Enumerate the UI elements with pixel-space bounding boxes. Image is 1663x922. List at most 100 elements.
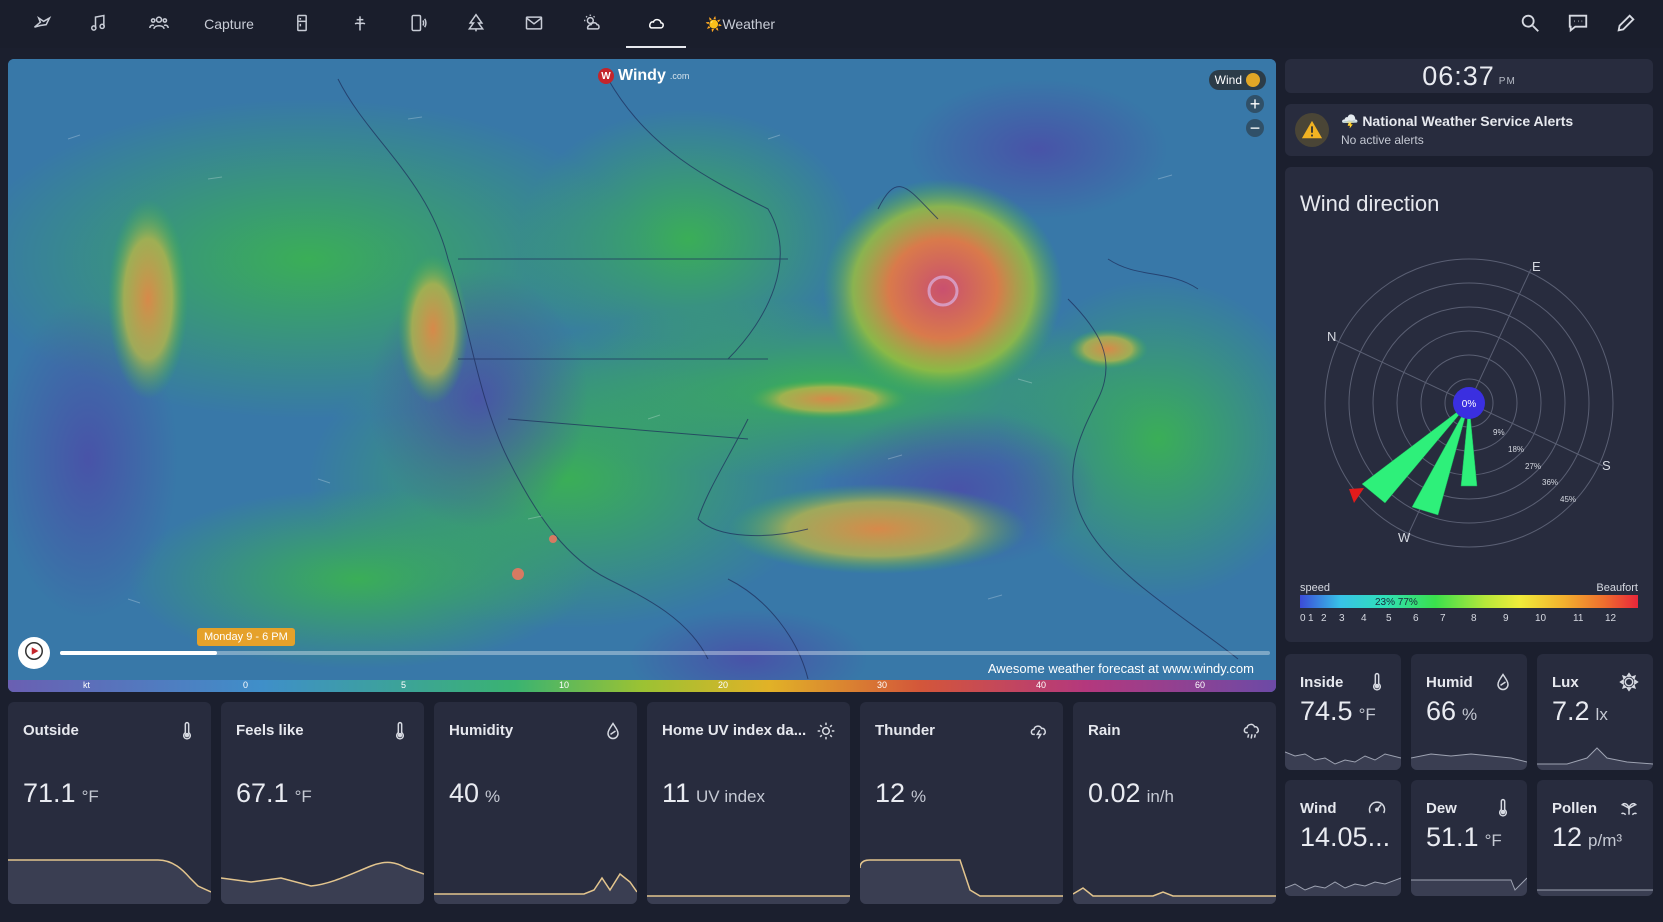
clock: 06:37 PM: [1285, 59, 1653, 93]
cloud-icon: [646, 12, 666, 35]
tab-tablet-sound[interactable]: [398, 0, 438, 48]
sensor-card-wind[interactable]: Wind 14.05...: [1285, 780, 1401, 896]
play-button[interactable]: [18, 637, 50, 669]
tab-fridge[interactable]: [282, 0, 322, 48]
zoom-out-button[interactable]: −: [1246, 119, 1264, 137]
sensor-card-inside[interactable]: Inside 74.5 °F: [1285, 654, 1401, 770]
sensor-card-uv-index[interactable]: Home UV index da... 11 UV index: [647, 702, 850, 904]
sensor-unit: %: [1462, 705, 1478, 724]
map-layer-selector[interactable]: Wind: [1208, 70, 1266, 90]
sensor-value-number: 12: [875, 778, 906, 808]
sensor-value-number: 51.1: [1426, 822, 1479, 852]
warning-icon: [1295, 113, 1329, 147]
ring-label: 9%: [1493, 428, 1505, 437]
sensor-value: 71.1 °F: [23, 778, 99, 809]
map-layer-label: Wind: [1214, 73, 1242, 87]
sensor-label: Home UV index da...: [662, 722, 807, 739]
compass-e: E: [1532, 259, 1541, 274]
beaufort-tick: 9: [1503, 613, 1509, 624]
sensor-value: 66%: [1426, 696, 1477, 727]
sensor-unit: °F: [1358, 705, 1376, 724]
beaufort-tick: 1: [1308, 613, 1314, 624]
beaufort-tick: 3: [1339, 613, 1345, 624]
clock-time: 06:37: [1422, 60, 1495, 91]
scale-tick: 30: [877, 680, 888, 690]
sensor-sparkline: [221, 861, 424, 904]
beaufort-tick: 10: [1535, 613, 1547, 624]
tab-music[interactable]: [78, 0, 118, 48]
ring-label: 27%: [1525, 462, 1541, 471]
tablet-sound-icon: [408, 13, 428, 36]
timeline-timestamp: Monday 9 - 6 PM: [197, 628, 295, 646]
sensor-card-humidity[interactable]: Humidity 40%: [434, 702, 637, 904]
gauge-icon: [1367, 798, 1387, 818]
wind-layer-icon: [1246, 73, 1260, 87]
zoom-in-button[interactable]: +: [1246, 95, 1264, 113]
sensor-card-rain[interactable]: Rain 0.02 in/h: [1073, 702, 1276, 904]
cloud-lightning-icon: [1029, 721, 1049, 741]
tab-weather-partly-sunny[interactable]: [572, 0, 612, 48]
tab-weather-label: ☀️Weather: [704, 15, 776, 32]
scale-tick: 20: [718, 680, 729, 690]
sensor-label: Wind: [1300, 800, 1337, 817]
sensor-value: 12%: [875, 778, 926, 809]
water-drop-icon: [603, 721, 623, 741]
search-button[interactable]: [1519, 12, 1543, 36]
sprinkler-icon: [350, 13, 370, 36]
tab-people[interactable]: [138, 0, 180, 48]
tab-mail[interactable]: [514, 0, 554, 48]
tab-sprinkler[interactable]: [340, 0, 380, 48]
chat-icon: [1567, 14, 1589, 38]
sensor-value-number: 67.1: [236, 778, 289, 808]
windy-credit[interactable]: Awesome weather forecast at www.windy.co…: [988, 661, 1254, 676]
sensor-card-thunder[interactable]: Thunder 12%: [860, 702, 1063, 904]
nws-alerts-card[interactable]: 🌩️ National Weather Service Alerts No ac…: [1285, 104, 1653, 156]
sensor-sparkline: [8, 859, 211, 904]
fridge-icon: [292, 13, 312, 36]
sensor-value: 14.05...: [1300, 822, 1396, 853]
pencil-icon: [1615, 14, 1637, 38]
thermometer-icon: [1367, 672, 1387, 692]
clock-ampm: PM: [1498, 75, 1516, 87]
sensor-card-dew[interactable]: Dew 51.1 °F: [1411, 780, 1527, 896]
sensor-sparkline: [1073, 887, 1276, 904]
music-icon: [88, 13, 108, 36]
compass-s: S: [1602, 458, 1611, 473]
scale-tick: 10: [559, 680, 570, 690]
sensor-label: Humidity: [449, 722, 514, 739]
sensor-value: 67.1 °F: [236, 778, 312, 809]
sensor-value: 0.02 in/h: [1088, 778, 1174, 809]
weather-partly-sunny-icon: [582, 13, 602, 36]
sensor-value-number: 40: [449, 778, 480, 808]
sensor-unit: lx: [1595, 705, 1608, 724]
timeline-slider[interactable]: [60, 651, 1270, 655]
mail-icon: [524, 13, 544, 36]
sensor-sparkline: [1411, 753, 1527, 770]
play-icon: [25, 641, 43, 665]
tab-capture[interactable]: Capture: [196, 0, 262, 48]
sensor-card-feels-like[interactable]: Feels like 67.1 °F: [221, 702, 424, 904]
beaufort-tick: 6: [1413, 613, 1419, 624]
alerts-title: 🌩️ National Weather Service Alerts: [1341, 113, 1574, 129]
tab-bird[interactable]: [22, 0, 62, 48]
beaufort-tick: 5: [1386, 613, 1392, 624]
tab-weather[interactable]: ☀️Weather: [698, 0, 782, 48]
chat-button[interactable]: [1567, 12, 1591, 36]
windy-map[interactable]: W Windy .com Wind + − Monday 9 - 6 PM Awe…: [8, 59, 1276, 692]
edit-button[interactable]: [1615, 12, 1639, 36]
sensor-card-pollen[interactable]: Pollen 12 p/m³: [1537, 780, 1653, 896]
bird-icon: [32, 13, 52, 36]
sensor-card-humid[interactable]: Humid 66%: [1411, 654, 1527, 770]
beaufort-tick: 12: [1605, 613, 1617, 624]
sensor-card-lux[interactable]: Lux 7.2 lx: [1537, 654, 1653, 770]
tab-cloud[interactable]: [626, 0, 686, 48]
sensor-label: Outside: [23, 722, 79, 739]
top-navigation-bar: Capture ☀️Weather: [0, 0, 1663, 48]
sensor-value-number: 71.1: [23, 778, 76, 808]
sensor-sparkline: [434, 872, 637, 904]
windy-logo[interactable]: W Windy .com: [598, 67, 689, 85]
sensor-unit: p/m³: [1588, 831, 1623, 850]
sensor-card-outside[interactable]: Outside 71.1 °F: [8, 702, 211, 904]
tab-pine-tree[interactable]: [456, 0, 496, 48]
wind-rose-center-label: 0%: [1462, 399, 1477, 410]
